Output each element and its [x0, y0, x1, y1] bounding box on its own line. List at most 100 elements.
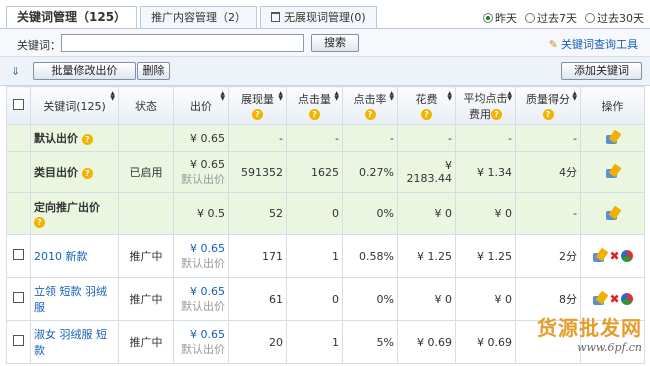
- bid-sub-label: 默认出价: [181, 342, 225, 356]
- bid-sub-label: 默认出价: [181, 172, 225, 186]
- col-quality[interactable]: 质量得分? ▲ ▼: [515, 86, 581, 125]
- help-icon[interactable]: ?: [34, 216, 45, 228]
- cost-cell: ¥ 1.25: [397, 234, 456, 278]
- impressions-cell: 171: [228, 234, 287, 278]
- clicks-cell: 1625: [286, 151, 343, 193]
- quality-cell: 8分: [515, 277, 581, 321]
- tab-promotion-content[interactable]: 推广内容管理（2）: [140, 6, 258, 28]
- bid-link[interactable]: ¥ 0.65: [177, 242, 225, 255]
- col-bid[interactable]: 出价 ▲ ▼: [173, 86, 229, 125]
- avg-cpc-cell: -: [455, 124, 516, 152]
- row-checkbox[interactable]: [13, 292, 24, 303]
- keyword-cell: 立领 短款 羽绒服: [30, 277, 119, 321]
- trash-icon: [271, 12, 281, 22]
- edit-icon[interactable]: [592, 249, 608, 263]
- report-chart-icon[interactable]: [620, 293, 633, 305]
- empty-cell: [6, 151, 31, 193]
- ops-cell: [580, 151, 645, 193]
- clicks-cell: -: [286, 124, 343, 152]
- clicks-cell: 0: [286, 192, 343, 235]
- select-all-checkbox[interactable]: [13, 98, 24, 110]
- tab-keyword-management[interactable]: 关键词管理（125）: [6, 6, 138, 29]
- col-avg-cpc-label-2: 费用: [469, 107, 491, 121]
- period-yesterday[interactable]: 昨天: [483, 10, 517, 26]
- keyword-search-input[interactable]: [61, 34, 304, 52]
- row-select-cell: [6, 234, 31, 278]
- sort-icon[interactable]: ▲ ▼: [110, 91, 115, 102]
- col-impressions[interactable]: 展现量? ▲ ▼: [228, 86, 287, 125]
- ops-cell: ✖: [580, 277, 645, 321]
- edit-icon[interactable]: [605, 207, 621, 221]
- add-keyword-button[interactable]: 添加关键词: [561, 62, 642, 80]
- status-cell: 推广中: [118, 277, 174, 321]
- status-cell: 推广中: [118, 234, 174, 278]
- clicks-cell: 1: [286, 320, 343, 364]
- cost-cell: -: [397, 124, 456, 152]
- period-label: 昨天: [495, 12, 517, 25]
- ctr-cell: 0.58%: [342, 234, 398, 278]
- help-icon[interactable]: ?: [491, 109, 502, 120]
- help-icon[interactable]: ?: [81, 167, 93, 179]
- help-icon[interactable]: ?: [252, 108, 263, 120]
- help-icon[interactable]: ?: [421, 108, 432, 120]
- row-checkbox[interactable]: [13, 249, 24, 260]
- col-avg-cpc[interactable]: 平均点击费用? ▲ ▼: [455, 86, 516, 125]
- category-row-default-bid: 默认出价 ? ¥ 0.65 - - - - - -: [6, 124, 645, 152]
- sort-icon[interactable]: ▲ ▼: [507, 91, 512, 102]
- sort-icon[interactable]: ▲ ▼: [334, 91, 339, 102]
- edit-icon[interactable]: [605, 165, 621, 179]
- col-keyword-label: 关键词(125): [43, 99, 106, 113]
- col-clicks[interactable]: 点击量? ▲ ▼: [286, 86, 343, 125]
- impressions-cell: 61: [228, 277, 287, 321]
- sort-icon[interactable]: ▲ ▼: [572, 91, 577, 102]
- bid-cell: ¥ 0.65: [173, 124, 229, 152]
- radio-icon: [585, 13, 595, 23]
- keyword-link[interactable]: 立领 短款 羽绒服: [34, 285, 107, 314]
- col-keyword[interactable]: 关键词(125) ▲ ▼: [30, 86, 119, 125]
- tab-no-impression-keywords[interactable]: 无展现词管理(0): [260, 6, 377, 28]
- bulk-edit-bid-button[interactable]: 批量修改出价: [33, 62, 136, 80]
- delete-button[interactable]: 删除: [137, 62, 170, 80]
- row-name-cell: 类目出价 ?: [30, 151, 119, 193]
- keyword-query-tool-link[interactable]: ✎ 关键词查询工具: [549, 36, 638, 52]
- keyword-link[interactable]: 2010 新款: [34, 250, 88, 263]
- period-last-30-days[interactable]: 过去30天: [585, 10, 644, 26]
- impressions-cell: 591352: [228, 151, 287, 193]
- row-name: 定向推广出价: [34, 201, 100, 214]
- impressions-cell: 52: [228, 192, 287, 235]
- col-ops-label: 操作: [601, 99, 624, 113]
- period-last-7-days[interactable]: 过去7天: [525, 10, 577, 26]
- action-bar: ⇓ 批量修改出价 删除 添加关键词: [0, 57, 650, 86]
- sort-icon[interactable]: ▲ ▼: [447, 91, 452, 102]
- help-icon[interactable]: ?: [364, 108, 376, 120]
- row-checkbox[interactable]: [13, 335, 24, 346]
- col-ctr[interactable]: 点击率? ▲ ▼: [342, 86, 398, 125]
- sort-icon[interactable]: ▲ ▼: [389, 91, 394, 102]
- edit-icon[interactable]: [605, 131, 621, 145]
- delete-icon[interactable]: ✖: [609, 249, 619, 263]
- help-icon[interactable]: ?: [309, 108, 320, 120]
- search-bar: 关键词： 搜索 ✎ 关键词查询工具: [0, 29, 650, 57]
- impressions-cell: -: [228, 124, 287, 152]
- tool-link-label: 关键词查询工具: [561, 38, 638, 51]
- bid-link[interactable]: ¥ 0.65: [177, 285, 225, 298]
- report-chart-icon[interactable]: [620, 250, 633, 262]
- ops-cell: [580, 320, 645, 364]
- quality-cell: [515, 320, 581, 364]
- quality-cell: 2分: [515, 234, 581, 278]
- delete-icon[interactable]: ✖: [609, 292, 619, 306]
- help-icon[interactable]: ?: [81, 133, 93, 145]
- col-avg-cpc-label: 平均点击: [463, 91, 508, 105]
- bid-link[interactable]: ¥ 0.65: [177, 328, 225, 341]
- help-icon[interactable]: ?: [542, 108, 554, 120]
- col-cost[interactable]: 花费? ▲ ▼: [397, 86, 456, 125]
- sort-icon[interactable]: ▲ ▼: [220, 91, 225, 102]
- quality-cell: -: [515, 124, 581, 152]
- sort-icon[interactable]: ▲ ▼: [278, 91, 283, 102]
- table-row: 淑女 羽绒服 短款 推广中 ¥ 0.65 默认出价 20 1 5% ¥ 0.69 …: [6, 320, 645, 364]
- clicks-cell: 0: [286, 277, 343, 321]
- avg-cpc-cell: ¥ 1.34: [455, 151, 516, 193]
- keyword-link[interactable]: 淑女 羽绒服 短款: [34, 328, 107, 357]
- edit-icon[interactable]: [592, 292, 608, 306]
- search-button[interactable]: 搜索: [311, 34, 359, 52]
